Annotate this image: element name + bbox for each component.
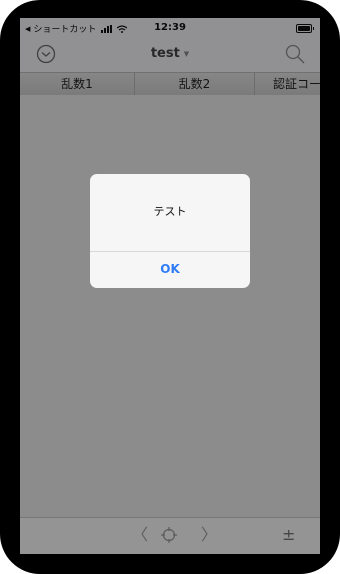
- phone-frame: ◀ ショートカット 12:39 test ▼ 乱数1 乱数2 認証コー 〈 〉 …: [0, 0, 340, 574]
- alert-dialog: テスト OK: [90, 174, 250, 288]
- screen: ◀ ショートカット 12:39 test ▼ 乱数1 乱数2 認証コー 〈 〉 …: [20, 18, 320, 554]
- ok-button[interactable]: OK: [90, 252, 250, 288]
- alert-message: テスト: [153, 205, 187, 218]
